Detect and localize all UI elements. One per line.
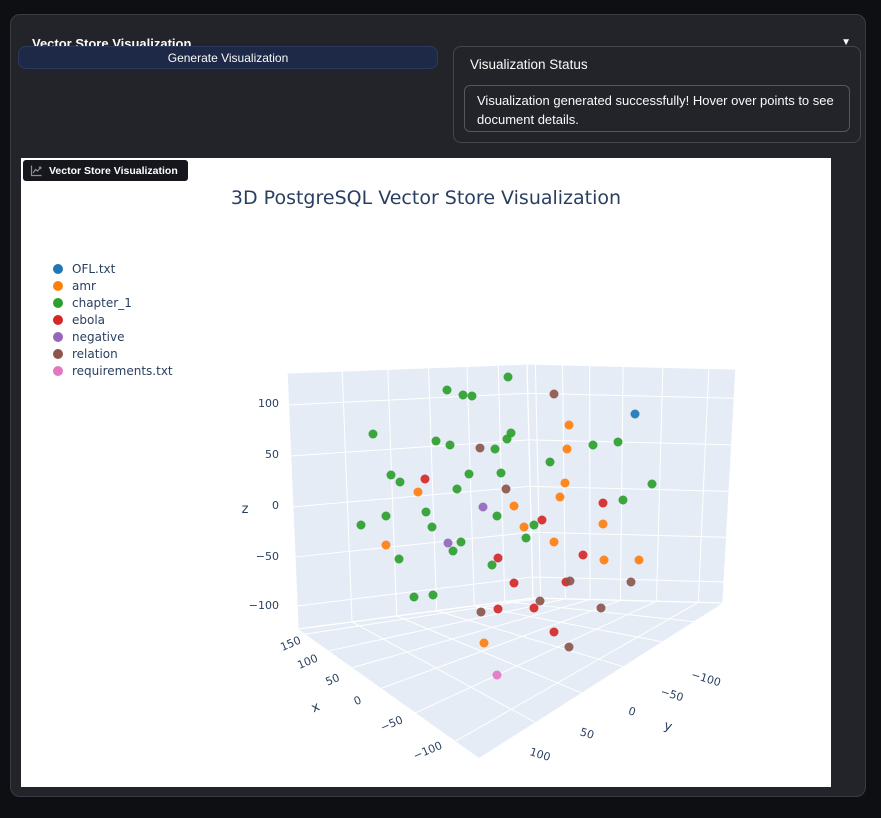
data-point-chapter_1[interactable] [421, 507, 431, 517]
data-point-chapter_1[interactable] [502, 434, 512, 444]
data-point-ebola[interactable] [493, 553, 503, 563]
3d-scatter-plot[interactable]: 100500−50−100z150100500−50−100x100500−50… [21, 158, 831, 787]
data-point-amr[interactable] [479, 638, 489, 648]
svg-text:0: 0 [272, 499, 279, 512]
data-point-chapter_1[interactable] [448, 546, 458, 556]
svg-text:100: 100 [295, 652, 319, 672]
svg-text:50: 50 [265, 448, 279, 461]
data-point-relation[interactable] [564, 642, 574, 652]
svg-text:0: 0 [627, 704, 637, 718]
data-point-amr[interactable] [555, 492, 565, 502]
data-point-chapter_1[interactable] [445, 440, 455, 450]
data-point-chapter_1[interactable] [409, 592, 419, 602]
expander-panel: Vector Store Visualization ▼ Generate Vi… [10, 14, 866, 797]
data-point-ebola[interactable] [549, 627, 559, 637]
data-point-relation[interactable] [475, 443, 485, 453]
data-point-chapter_1[interactable] [492, 511, 502, 521]
data-point-amr[interactable] [549, 537, 559, 547]
svg-text:x: x [309, 699, 322, 716]
data-point-chapter_1[interactable] [458, 390, 468, 400]
svg-text:50: 50 [324, 671, 342, 688]
svg-text:−100: −100 [690, 668, 723, 689]
data-point-chapter_1[interactable] [464, 469, 474, 479]
svg-text:−100: −100 [249, 599, 279, 612]
data-point-relation[interactable] [476, 607, 486, 617]
data-point-relation[interactable] [535, 596, 545, 606]
svg-text:y: y [662, 718, 674, 735]
data-point-amr[interactable] [509, 501, 519, 511]
data-point-negative[interactable] [478, 502, 488, 512]
svg-text:0: 0 [352, 693, 364, 708]
data-point-requirements.txt[interactable] [492, 670, 502, 680]
data-point-chapter_1[interactable] [521, 533, 531, 543]
svg-text:100: 100 [258, 397, 279, 410]
svg-text:−50: −50 [659, 685, 685, 704]
data-point-relation[interactable] [565, 576, 575, 586]
data-point-amr[interactable] [381, 540, 391, 550]
data-point-ebola[interactable] [537, 515, 547, 525]
data-point-amr[interactable] [599, 555, 609, 565]
svg-text:50: 50 [578, 725, 595, 742]
svg-text:−50: −50 [378, 713, 404, 734]
data-point-chapter_1[interactable] [395, 477, 405, 487]
generate-visualization-button[interactable]: Generate Visualization [18, 46, 438, 69]
data-point-relation[interactable] [626, 577, 636, 587]
data-point-chapter_1[interactable] [529, 520, 539, 530]
data-point-amr[interactable] [598, 519, 608, 529]
data-point-chapter_1[interactable] [588, 440, 598, 450]
svg-text:z: z [242, 502, 249, 517]
data-point-chapter_1[interactable] [428, 590, 438, 600]
data-point-chapter_1[interactable] [442, 385, 452, 395]
data-point-negative[interactable] [443, 538, 453, 548]
data-point-amr[interactable] [413, 487, 423, 497]
data-point-amr[interactable] [519, 522, 529, 532]
data-point-chapter_1[interactable] [381, 511, 391, 521]
svg-text:−100: −100 [411, 739, 444, 763]
data-point-chapter_1[interactable] [487, 560, 497, 570]
data-point-chapter_1[interactable] [618, 495, 628, 505]
data-point-chapter_1[interactable] [386, 470, 396, 480]
data-point-relation[interactable] [549, 389, 559, 399]
data-point-OFL.txt[interactable] [630, 409, 640, 419]
svg-text:−50: −50 [256, 550, 279, 563]
status-message: Visualization generated successfully! Ho… [464, 85, 850, 132]
data-point-ebola[interactable] [529, 603, 539, 613]
status-title: Visualization Status [470, 57, 588, 72]
data-point-ebola[interactable] [598, 498, 608, 508]
data-point-chapter_1[interactable] [503, 372, 513, 382]
chart-area: Vector Store Visualization 3D PostgreSQL… [21, 158, 831, 787]
app: Vector Store Visualization ▼ Generate Vi… [0, 0, 881, 818]
data-point-chapter_1[interactable] [647, 479, 657, 489]
data-point-amr[interactable] [634, 555, 644, 565]
data-point-chapter_1[interactable] [490, 444, 500, 454]
data-point-chapter_1[interactable] [356, 520, 366, 530]
data-point-chapter_1[interactable] [452, 484, 462, 494]
data-point-ebola[interactable] [578, 550, 588, 560]
data-point-chapter_1[interactable] [394, 554, 404, 564]
data-point-chapter_1[interactable] [427, 522, 437, 532]
data-point-chapter_1[interactable] [496, 468, 506, 478]
data-point-ebola[interactable] [493, 604, 503, 614]
status-panel: Visualization Status Visualization gener… [453, 46, 861, 143]
svg-text:100: 100 [528, 745, 552, 764]
data-point-chapter_1[interactable] [545, 457, 555, 467]
data-point-ebola[interactable] [509, 578, 519, 588]
data-point-amr[interactable] [560, 478, 570, 488]
data-point-chapter_1[interactable] [368, 429, 378, 439]
data-point-relation[interactable] [596, 603, 606, 613]
data-point-chapter_1[interactable] [431, 436, 441, 446]
data-point-amr[interactable] [562, 444, 572, 454]
data-point-relation[interactable] [501, 484, 511, 494]
data-point-chapter_1[interactable] [456, 537, 466, 547]
data-point-ebola[interactable] [420, 474, 430, 484]
data-point-chapter_1[interactable] [467, 391, 477, 401]
data-point-amr[interactable] [564, 420, 574, 430]
svg-text:150: 150 [278, 634, 302, 654]
data-point-chapter_1[interactable] [613, 437, 623, 447]
